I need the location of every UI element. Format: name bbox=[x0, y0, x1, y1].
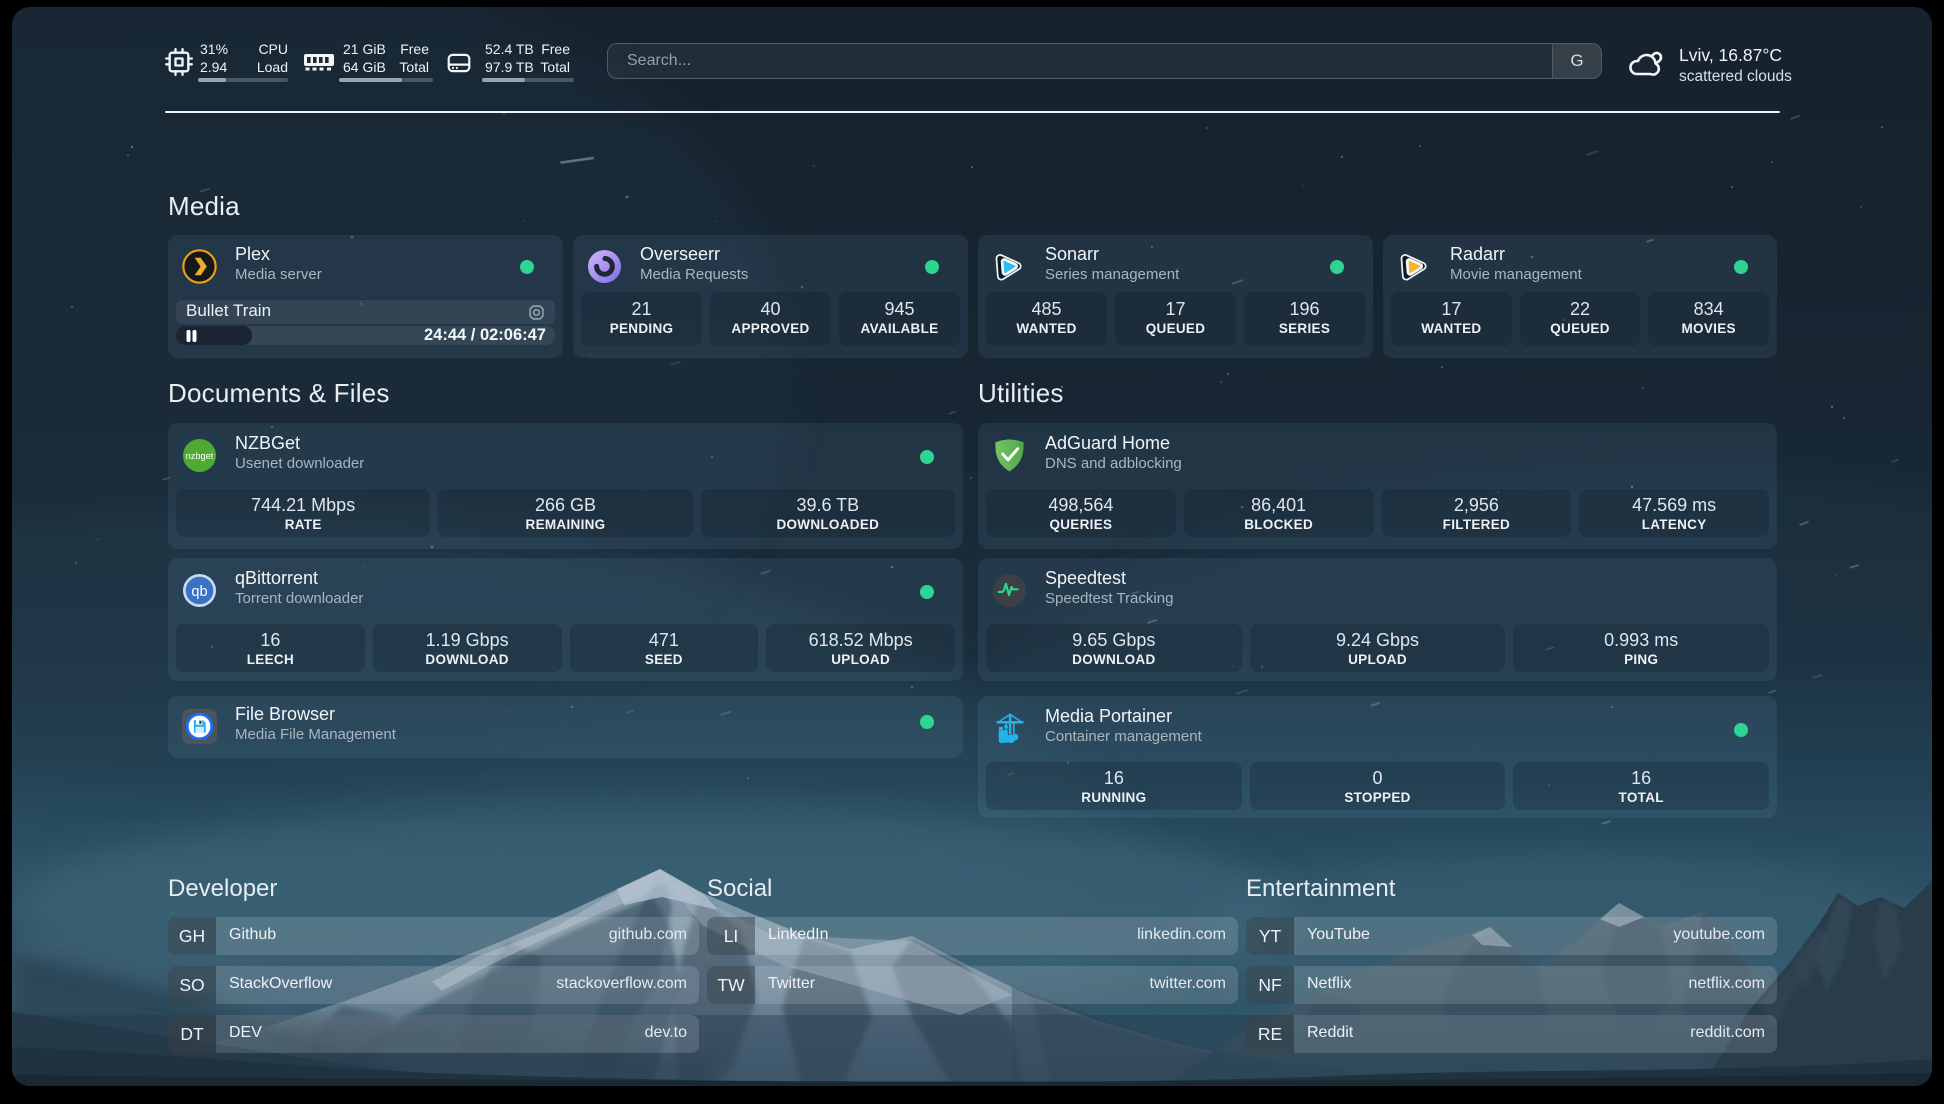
svg-text:qb: qb bbox=[191, 584, 207, 600]
svg-text:nzbget: nzbget bbox=[186, 451, 214, 461]
